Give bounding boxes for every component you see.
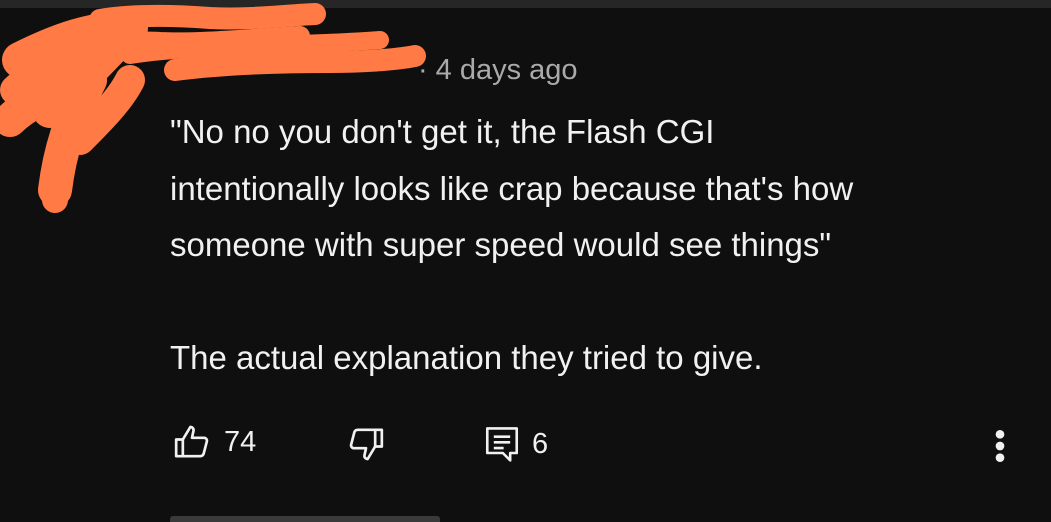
comment-line: someone with super speed would see thing… [170, 226, 832, 263]
comment-timestamp[interactable]: 4 days ago [436, 54, 578, 86]
more-options-button[interactable] [988, 426, 1012, 466]
like-count: 74 [224, 425, 257, 458]
comment-meta: · 4 days ago [418, 54, 578, 87]
comment-actions: 74 6 [0, 418, 1051, 468]
comment-line: intentionally looks like crap because th… [170, 169, 854, 207]
reply-button[interactable]: 6 [484, 424, 548, 464]
comment-line: "No no you don't get it, the Flash CGI [170, 113, 715, 150]
dislike-button[interactable] [346, 424, 386, 464]
next-item-edge [170, 516, 440, 522]
reply-count: 6 [532, 427, 549, 460]
meta-separator: · [418, 54, 428, 86]
thumbs-up-icon [174, 425, 209, 458]
thumbs-down-icon [349, 428, 384, 461]
more-vert-icon [995, 430, 1005, 462]
comment-text: "No no you don't get it, the Flash CGI i… [170, 104, 1030, 386]
like-button[interactable]: 74 [172, 422, 256, 462]
comment-icon [485, 427, 519, 462]
comment-line: The actual explanation they tried to giv… [170, 338, 763, 376]
